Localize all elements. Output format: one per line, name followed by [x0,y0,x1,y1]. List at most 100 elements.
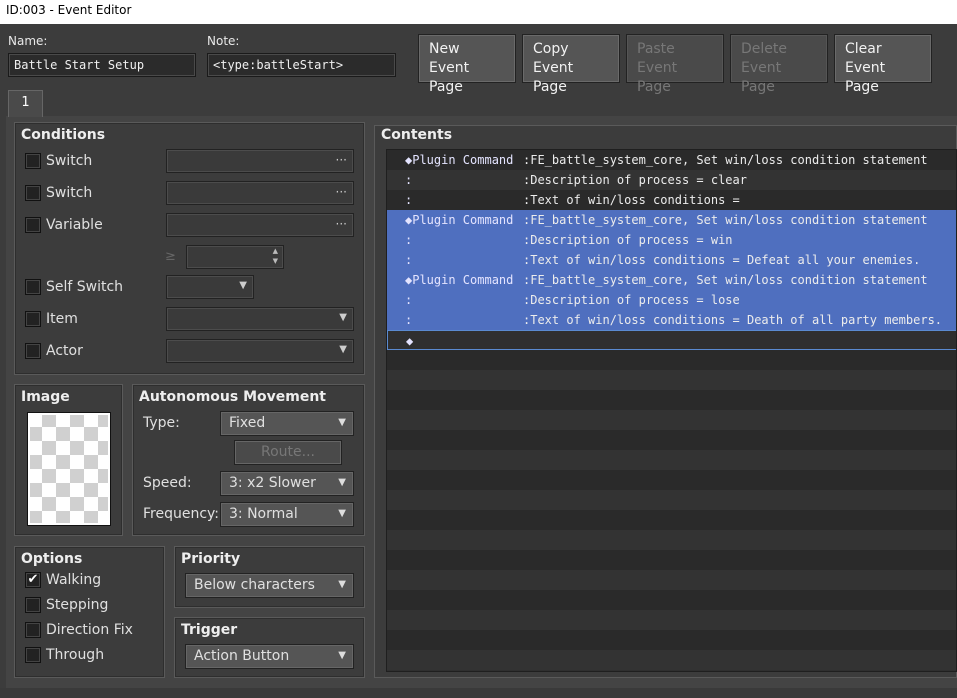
command-name: : [405,173,413,187]
variable-field[interactable]: ··· [166,213,354,237]
movement-type-label: Type: [143,415,180,431]
command-row[interactable]: ::Text of win/loss conditions = [387,190,956,210]
priority-title: Priority [181,551,241,567]
route-button[interactable]: Route... [234,440,342,465]
empty-row[interactable] [387,650,956,670]
walking-checkbox[interactable]: ✔ [25,572,41,588]
paste-event-page-line2: Event Page [637,60,678,95]
movement-frequency-select[interactable]: 3: Normal ▼ [220,502,354,527]
empty-row[interactable] [387,510,956,530]
empty-row[interactable] [387,350,956,370]
through-checkbox[interactable] [25,647,41,663]
command-name: : [405,313,413,327]
event-command-list[interactable]: ◆Plugin Command :FE_battle_system_core, S… [386,149,957,672]
clear-event-page-line1: Clear [845,41,882,57]
empty-row[interactable] [387,530,956,550]
empty-row[interactable] [387,570,956,590]
command-row[interactable]: ◆Plugin Command:FE_battle_system_core, S… [387,210,956,230]
priority-chevron-down-icon: ▼ [338,579,346,590]
options-title: Options [21,551,83,567]
command-row[interactable]: ::Description of process = lose [387,290,956,310]
variable-value-spinner[interactable]: ▲ ▼ [186,245,284,269]
clear-event-page-line2: Event Page [845,60,886,95]
switch2-label: Switch [46,185,93,201]
self-switch-label: Self Switch [46,279,124,295]
image-title: Image [21,389,70,405]
empty-row[interactable] [387,430,956,450]
switch2-dots-icon: ··· [335,185,347,199]
command-name: ◆Plugin Command [405,273,514,287]
event-image-preview[interactable] [27,412,111,526]
stepping-checkbox[interactable] [25,597,41,613]
command-row[interactable]: ::Description of process = win [387,230,956,250]
command-name: ◆ [406,334,414,348]
direction-fix-label: Direction Fix [46,622,133,638]
empty-row[interactable] [387,590,956,610]
movement-type-select[interactable]: Fixed ▼ [220,411,354,436]
command-params: :Text of win/loss conditions = [523,193,740,207]
empty-row[interactable] [387,370,956,390]
command-row[interactable]: ◆Plugin Command:FE_battle_system_core, S… [387,150,956,170]
name-input[interactable]: Battle Start Setup [8,53,196,77]
command-row[interactable]: ::Text of win/loss conditions = Defeat a… [387,250,956,270]
command-params: :Text of win/loss conditions = Defeat al… [523,253,921,267]
tab-page-1[interactable]: 1 [8,90,43,117]
switch1-dots-icon: ··· [335,153,347,167]
item-label: Item [46,311,78,327]
spinner-arrows-icon[interactable]: ▲ ▼ [273,246,278,266]
delete-event-page-line1: Delete [741,41,787,57]
new-event-page-line1: New [429,41,460,57]
command-row[interactable]: : :Text of win/loss conditions = Death of… [387,310,956,330]
switch1-field[interactable]: ··· [166,149,354,173]
movement-speed-chevron-down-icon: ▼ [338,477,346,488]
new-event-page-button[interactable]: New Event Page [418,34,516,95]
trigger-chevron-down-icon: ▼ [338,650,346,661]
actor-label: Actor [46,343,83,359]
clear-event-page-button[interactable]: Clear Event Page [834,34,932,95]
actor-checkbox[interactable] [25,343,41,359]
movement-type-chevron-down-icon: ▼ [338,417,346,428]
switch1-checkbox[interactable] [25,153,41,169]
empty-row[interactable] [387,470,956,490]
trigger-title: Trigger [181,622,238,638]
item-select[interactable]: ▼ [166,307,354,331]
paste-event-page-button[interactable]: Paste Event Page [626,34,724,95]
variable-checkbox[interactable] [25,217,41,233]
empty-row[interactable] [387,550,956,570]
trigger-select[interactable]: Action Button ▼ [185,644,354,669]
switch1-label: Switch [46,153,93,169]
empty-row[interactable] [387,490,956,510]
command-row[interactable]: : :Description of process = clear [387,170,956,190]
command-row[interactable]: ◆ [387,330,956,350]
through-label: Through [46,647,105,663]
command-params: :Description of process = clear [523,173,747,187]
copy-event-page-button[interactable]: Copy Event Page [522,34,620,95]
empty-row[interactable] [387,610,956,630]
actor-select[interactable]: ▼ [166,339,354,363]
name-label: Name: [8,34,48,48]
note-input[interactable]: <type:battleStart> [207,53,396,77]
item-chevron-down-icon: ▼ [339,312,347,323]
command-name: ◆Plugin Command [405,153,514,167]
empty-row[interactable] [387,630,956,650]
empty-row[interactable] [387,390,956,410]
copy-event-page-line1: Copy [533,41,569,57]
movement-speed-select[interactable]: 3: x2 Slower ▼ [220,471,354,496]
direction-fix-checkbox[interactable] [25,622,41,638]
self-switch-select[interactable]: ▼ [166,275,254,299]
empty-row[interactable] [387,450,956,470]
switch2-field[interactable]: ··· [166,181,354,205]
command-params: :FE_battle_system_core, Set win/loss con… [523,213,928,227]
movement-frequency-value: 3: Normal [229,506,298,522]
delete-event-page-button[interactable]: Delete Event Page [730,34,828,95]
command-params: :Text of win/loss conditions = Death of … [523,313,943,327]
empty-row[interactable] [387,410,956,430]
actor-chevron-down-icon: ▼ [339,344,347,355]
command-name: : [405,293,413,307]
command-row[interactable]: ◆Plugin Command:FE_battle_system_core, S… [387,270,956,290]
window-bottom-edge [0,688,957,698]
self-switch-checkbox[interactable] [25,279,41,295]
priority-select[interactable]: Below characters ▼ [185,573,354,598]
item-checkbox[interactable] [25,311,41,327]
switch2-checkbox[interactable] [25,185,41,201]
